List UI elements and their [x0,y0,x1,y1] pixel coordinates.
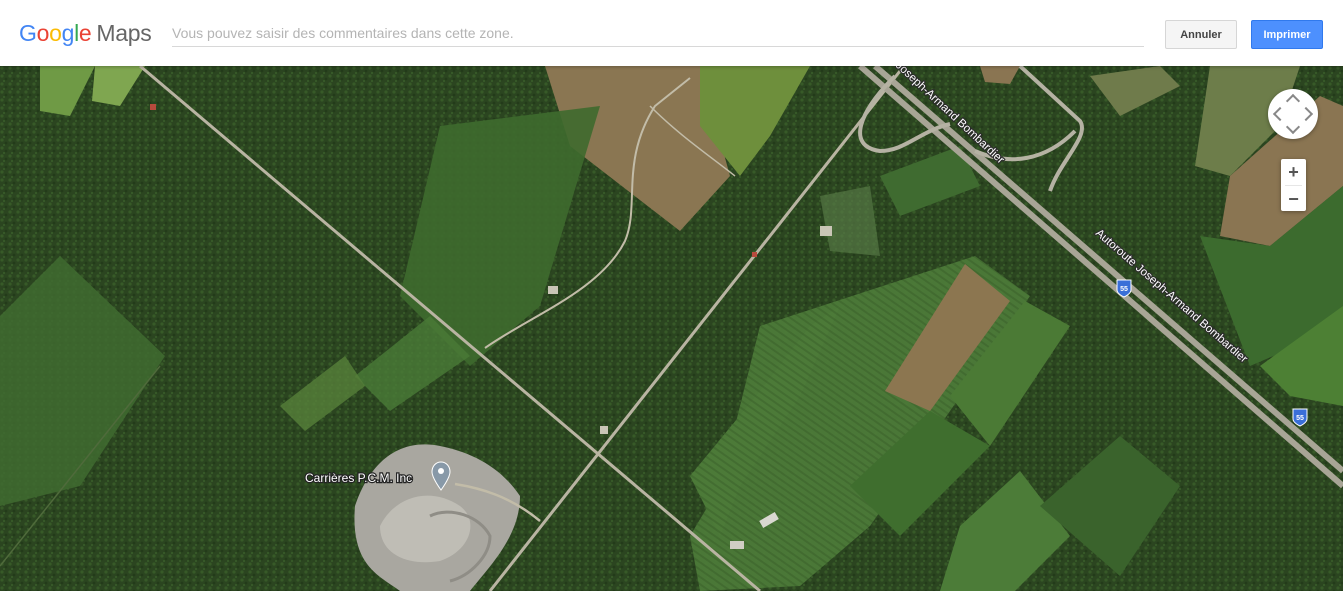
zoom-out-button[interactable]: − [1281,186,1306,212]
svg-text:55: 55 [1120,286,1128,293]
pan-right-icon[interactable] [1298,106,1314,122]
print-header: GoogleMaps Annuler Imprimer [0,0,1343,66]
satellite-imagery: Autoroute Joseph-Armand Bombardier Josep… [0,66,1343,591]
zoom-in-button[interactable]: + [1281,159,1306,185]
comment-input[interactable] [172,20,1144,47]
pan-left-icon[interactable] [1272,106,1288,122]
cancel-button[interactable]: Annuler [1165,20,1237,49]
zoom-control: + − [1281,159,1306,211]
pan-up-icon[interactable] [1285,93,1301,109]
pan-down-icon[interactable] [1285,119,1301,135]
route-55-shield-1: 55 [1116,279,1132,298]
google-maps-logo: Google Maps [19,20,152,46]
route-55-shield-2: 55 [1292,408,1308,427]
svg-text:55: 55 [1296,415,1304,422]
place-label: Carrières P.C.M. Inc [305,471,412,485]
satellite-map[interactable]: Autoroute Joseph-Armand Bombardier Josep… [0,66,1343,591]
pan-control[interactable] [1268,89,1318,139]
print-button[interactable]: Imprimer [1251,20,1323,49]
